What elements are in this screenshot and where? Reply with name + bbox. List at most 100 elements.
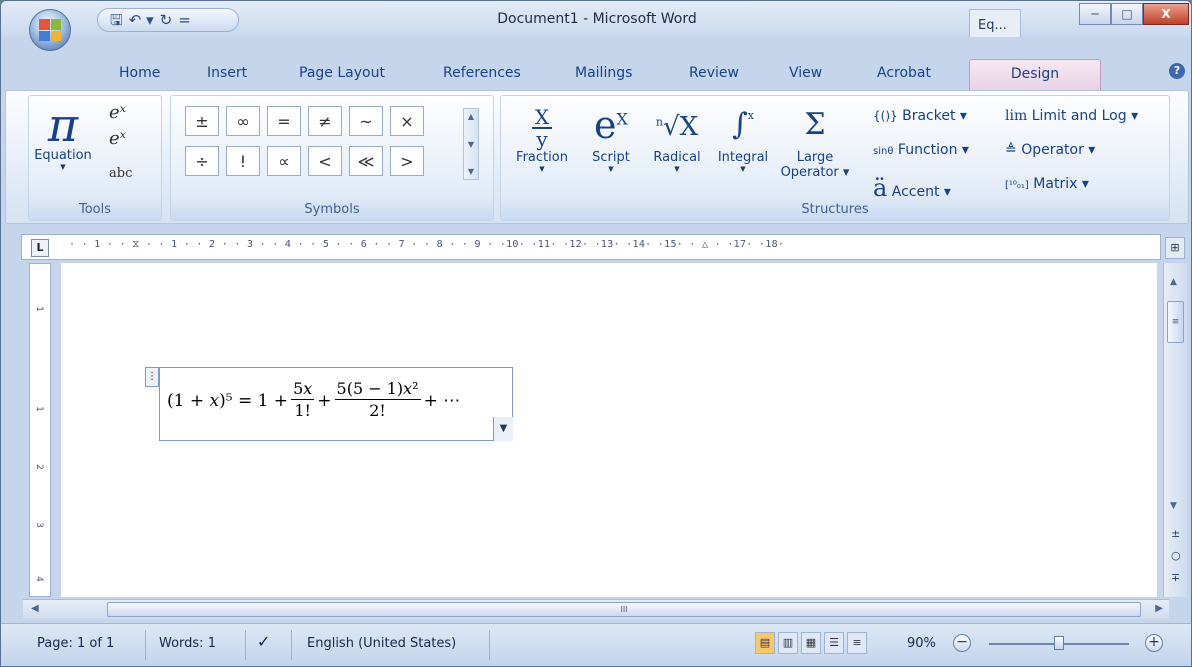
fraction-label: Fraction: [516, 150, 568, 165]
tab-mailings[interactable]: Mailings: [575, 65, 632, 81]
symbol-factorial[interactable]: !: [226, 146, 260, 176]
horizontal-scroll-thumb[interactable]: III: [107, 602, 1141, 617]
symbol-plus-minus[interactable]: ±: [185, 106, 219, 136]
vertical-scroll-thumb[interactable]: ≡: [1167, 301, 1184, 343]
print-layout-icon[interactable]: ▤: [755, 632, 775, 654]
integral-label: Integral: [717, 150, 769, 165]
document-page[interactable]: ⋮ (1 + 𝑥)⁵ = 1 + 5𝑥 1! + 5(5 − 1)𝑥² 2! +…: [61, 263, 1157, 597]
select-browse-object-icon[interactable]: ○: [1171, 549, 1181, 562]
symbol-times[interactable]: ×: [390, 106, 424, 136]
symbol-less-than[interactable]: <: [308, 146, 342, 176]
zoom-in-icon[interactable]: +: [1145, 634, 1163, 652]
script-button[interactable]: eX Script ▼: [581, 106, 641, 173]
word-count[interactable]: Words: 1: [159, 636, 216, 651]
tab-acrobat[interactable]: Acrobat: [877, 65, 931, 81]
equation-tools-tab[interactable]: Eq...: [969, 9, 1021, 37]
scroll-left-icon[interactable]: ◀: [31, 603, 39, 614]
symbol-tilde[interactable]: ~: [349, 106, 383, 136]
scroll-up-icon[interactable]: ▲: [1170, 277, 1177, 287]
outline-icon[interactable]: ☰: [824, 632, 844, 654]
fraction-button[interactable]: Xy Fraction ▼: [507, 106, 577, 173]
large-operator-button[interactable]: Σ Large Operator ▾: [779, 106, 851, 181]
symbols-scroll[interactable]: ▲ ▼ ▼: [463, 108, 479, 180]
scroll-right-icon[interactable]: ▶: [1155, 603, 1163, 614]
tab-home[interactable]: Home: [119, 65, 160, 81]
accent-button[interactable]: ä Accent ▾: [873, 174, 951, 202]
help-icon[interactable]: ?: [1169, 63, 1185, 79]
symbol-infinity[interactable]: ∞: [226, 106, 260, 136]
limit-and-log-button[interactable]: lim Limit and Log ▾: [1005, 108, 1138, 124]
operator-button[interactable]: ≜ Operator ▾: [1005, 142, 1095, 158]
next-page-icon[interactable]: ∓: [1171, 571, 1180, 584]
symbol-not-equal[interactable]: ≠: [308, 106, 342, 136]
office-logo-icon: [39, 19, 61, 41]
radical-icon: n√X: [655, 112, 699, 142]
equation-plus: +: [317, 390, 332, 411]
symbol-greater-than[interactable]: >: [390, 146, 424, 176]
bracket-button[interactable]: {()} Bracket ▾: [873, 108, 967, 124]
scroll-down-icon[interactable]: ▼: [1170, 501, 1177, 511]
zoom-out-icon[interactable]: −: [953, 634, 971, 652]
close-button[interactable]: X: [1143, 3, 1189, 25]
equation[interactable]: (1 + 𝑥)⁵ = 1 + 5𝑥 1! + 5(5 − 1)𝑥² 2! + ⋯: [167, 379, 460, 422]
symbol-divide[interactable]: ÷: [185, 146, 219, 176]
limit-icon: lim: [1005, 108, 1028, 124]
symbols-gallery: ± ∞ = ≠ ~ × ÷ ! ∝ < ≪ >: [185, 106, 424, 176]
zoom-slider-thumb[interactable]: [1054, 636, 1064, 650]
status-divider: [245, 630, 246, 660]
fraction-1-numerator: 5𝑥: [291, 379, 315, 400]
scroll-down-icon[interactable]: ▼: [468, 140, 474, 149]
large-operator-label: Large: [796, 150, 834, 165]
symbol-proportional[interactable]: ∝: [267, 146, 301, 176]
tab-references[interactable]: References: [443, 65, 521, 81]
fraction-2-numerator: 5(5 − 1)𝑥²: [334, 379, 421, 400]
symbol-equals[interactable]: =: [267, 106, 301, 136]
chevron-down-icon: ▼: [60, 163, 66, 171]
tab-review[interactable]: Review: [689, 65, 739, 81]
radical-button[interactable]: n√X Radical ▼: [645, 106, 709, 173]
zoom-level[interactable]: 90%: [907, 636, 936, 651]
office-button[interactable]: [29, 9, 71, 51]
language[interactable]: English (United States): [307, 636, 456, 651]
scroll-up-icon[interactable]: ▲: [468, 112, 474, 121]
fraction-2-denominator: 2!: [369, 401, 386, 420]
equation-options-dropdown[interactable]: ▼: [493, 417, 513, 441]
fraction-icon: Xy: [507, 106, 577, 150]
previous-page-icon[interactable]: ±: [1171, 527, 1180, 540]
horizontal-scrollbar[interactable]: ◀ III ▶: [23, 599, 1169, 619]
linear-format-icon[interactable]: eˣ: [109, 128, 126, 150]
normal-text-button[interactable]: abc: [109, 166, 132, 181]
vertical-scrollbar[interactable]: ▲ ≡ ▼ ± ○ ∓: [1163, 263, 1187, 597]
tab-insert[interactable]: Insert: [207, 65, 247, 81]
minimize-button[interactable]: ─: [1079, 3, 1111, 25]
symbol-much-less-than[interactable]: ≪: [349, 146, 383, 176]
equation-button[interactable]: π Equation ▼: [33, 102, 93, 171]
draft-icon[interactable]: ≡: [847, 632, 867, 654]
status-divider: [291, 630, 292, 660]
integral-button[interactable]: ∫x Integral ▼: [711, 106, 775, 174]
fraction-1: 5𝑥 1!: [291, 379, 315, 422]
view-ruler-icon[interactable]: ⊞: [1165, 237, 1185, 259]
tab-design[interactable]: Design: [969, 59, 1101, 90]
ribbon-tabs: Home Insert Page Layout References Maili…: [1, 57, 1191, 90]
vruler-label: 1: [33, 406, 44, 412]
radical-label: Radical: [653, 150, 701, 165]
tab-page-layout[interactable]: Page Layout: [299, 65, 385, 81]
page-count[interactable]: Page: 1 of 1: [37, 636, 114, 651]
matrix-icon: [¹⁰₀₁]: [1005, 180, 1029, 191]
full-screen-reading-icon[interactable]: ▥: [778, 632, 798, 654]
maximize-button[interactable]: □: [1111, 3, 1143, 25]
web-layout-icon[interactable]: ▦: [801, 632, 821, 654]
tab-view[interactable]: View: [789, 65, 822, 81]
professional-format-icon[interactable]: eˣ: [109, 102, 126, 124]
tab-selector[interactable]: L: [31, 239, 49, 257]
chevron-down-icon: ▼: [608, 165, 614, 173]
proofing-icon[interactable]: ✓: [257, 632, 270, 651]
matrix-button[interactable]: [¹⁰₀₁] Matrix ▾: [1005, 176, 1089, 192]
function-button[interactable]: sinθ Function ▾: [873, 142, 969, 158]
chevron-down-icon: ▼: [539, 165, 545, 173]
title-bar: 🖫 ↶ ▾ ↻ = Document1 - Microsoft Word Eq.…: [1, 1, 1191, 37]
window-controls: ─ □ X: [1079, 3, 1189, 25]
gallery-more-icon[interactable]: ▼: [468, 167, 474, 176]
equation-move-handle[interactable]: ⋮: [145, 367, 159, 387]
